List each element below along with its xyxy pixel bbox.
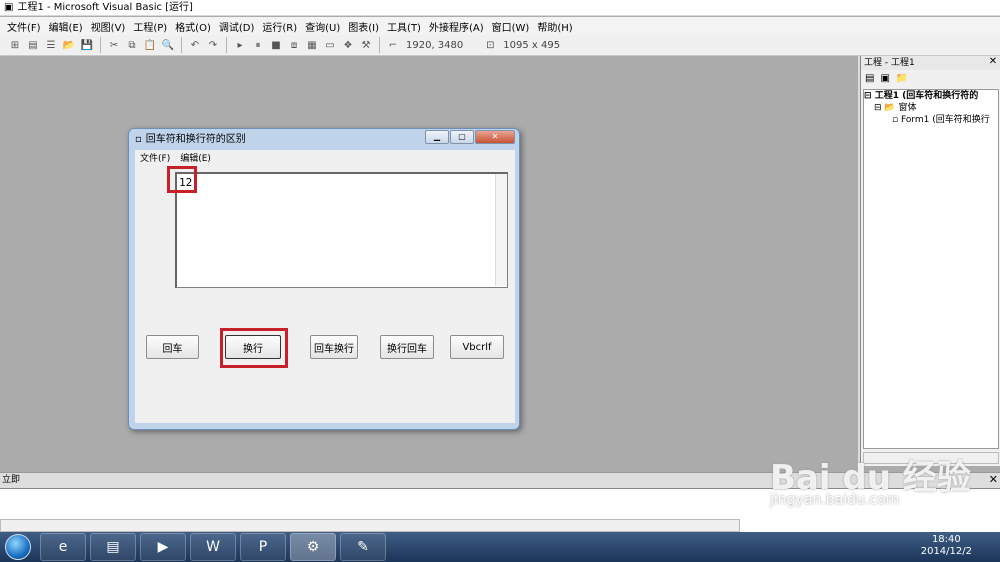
taskbar-explorer-icon[interactable]: ▤ xyxy=(90,533,136,561)
menu-help[interactable]: 帮助(H) xyxy=(533,19,576,34)
menu-addins[interactable]: 外接程序(A) xyxy=(425,19,488,34)
position-icon: ⌐ xyxy=(388,39,398,51)
add-project-icon[interactable]: ⊞ xyxy=(8,38,22,52)
running-form-window: ▫ 回车符和换行符的区别 ▁ ▢ ✕ 文件(F) 编辑(E) 12 回车 换行 … xyxy=(128,128,520,430)
form-client-area: 12 回车 换行 回车换行 换行回车 Vbcrlf xyxy=(135,164,515,423)
toolbar-separator xyxy=(226,37,227,53)
menu-query[interactable]: 查询(U) xyxy=(301,19,344,34)
tree-item-label: Form1 (回车符和换行 xyxy=(900,115,990,125)
view-object-icon[interactable]: ▣ xyxy=(880,73,889,84)
object-browser-icon[interactable]: ❖ xyxy=(341,38,355,52)
toolbar: ⊞ ▤ ☰ 📂 💾 ✂ ⧉ 📋 🔍 ↶ ↷ ▸ ⏸ ■ ⧈ ▦ ▭ ❖ ⚒ ⌐ … xyxy=(0,35,1000,56)
toolbox-icon[interactable]: ⚒ xyxy=(359,38,373,52)
find-icon[interactable]: 🔍 xyxy=(161,38,175,52)
menu-debug[interactable]: 调试(D) xyxy=(215,19,259,34)
menu-format[interactable]: 格式(O) xyxy=(171,19,215,34)
tree-item-project[interactable]: ⊟ 工程1 (回车符和换行符的 xyxy=(864,90,998,102)
project-explorer-toolbar: ▤ ▣ 📁 xyxy=(861,70,1000,86)
size-readout: 1095 x 495 xyxy=(503,39,561,51)
immediate-scrollbar[interactable] xyxy=(0,519,740,532)
menu-tools[interactable]: 工具(T) xyxy=(383,19,425,34)
toolbar-separator xyxy=(379,37,380,53)
taskbar-media-player-icon[interactable]: ▶ xyxy=(140,533,186,561)
form-icon: ▫ xyxy=(135,134,142,145)
clock-time: 18:40 xyxy=(931,534,961,545)
system-clock[interactable]: 18:40 2014/12/2 xyxy=(921,534,972,558)
form-title-bar: ▫ 回车符和换行符的区别 xyxy=(135,131,246,149)
form-menu-edit[interactable]: 编辑(E) xyxy=(175,151,216,164)
copy-icon[interactable]: ⧉ xyxy=(125,38,139,52)
form-menu-bar: 文件(F) 编辑(E) xyxy=(135,150,515,164)
project-explorer-title-text: 工程 - 工程1 xyxy=(864,58,915,68)
title-bar: ▣ 工程1 - Microsoft Visual Basic [运行] xyxy=(0,0,1000,16)
clock-date: 2014/12/2 xyxy=(920,546,972,557)
form-menu-file[interactable]: 文件(F) xyxy=(135,151,175,164)
menu-run[interactable]: 运行(R) xyxy=(258,19,301,34)
highlight-textbox-value xyxy=(167,166,197,193)
output-textbox[interactable]: 12 xyxy=(175,172,508,288)
minimize-button[interactable]: ▁ xyxy=(425,130,449,144)
add-form-icon[interactable]: ▤ xyxy=(26,38,40,52)
tree-item-label: 窗体 xyxy=(898,103,917,113)
crlf-button[interactable]: 回车换行 xyxy=(310,335,358,359)
size-icon: ⊡ xyxy=(486,39,495,51)
window-title: 工程1 - Microsoft Visual Basic [运行] xyxy=(17,2,193,13)
taskbar-word-icon[interactable]: W xyxy=(190,533,236,561)
close-button[interactable]: ✕ xyxy=(475,130,515,144)
watermark-url: jingyan.baidu.com xyxy=(770,492,900,508)
properties-icon[interactable]: ▦ xyxy=(305,38,319,52)
project-explorer-icon[interactable]: ⧈ xyxy=(287,38,301,52)
run-icon[interactable]: ▸ xyxy=(233,38,247,52)
position-readout: 1920, 3480 xyxy=(406,39,464,51)
textbox-scrollbar[interactable] xyxy=(495,174,507,286)
vb-app-icon: ▣ xyxy=(4,2,14,13)
menu-window[interactable]: 窗口(W) xyxy=(488,19,534,34)
tree-item-form1[interactable]: ▫ Form1 (回车符和换行 xyxy=(864,114,998,126)
taskbar: e ▤ ▶ W P ⚙ ✎ 18:40 2014/12/2 xyxy=(0,532,1000,562)
paste-icon[interactable]: 📋 xyxy=(143,38,157,52)
tree-item-label: 工程1 (回车符和换行符的 xyxy=(874,91,979,101)
lfcr-button[interactable]: 换行回车 xyxy=(380,335,434,359)
open-icon[interactable]: 📂 xyxy=(62,38,76,52)
close-icon[interactable]: ✕ xyxy=(988,57,998,68)
redo-icon[interactable]: ↷ xyxy=(206,38,220,52)
menu-edit[interactable]: 编辑(E) xyxy=(45,19,87,34)
immediate-title-text: 立即 xyxy=(2,475,21,485)
view-code-icon[interactable]: ▤ xyxy=(865,73,874,84)
vbcrlf-button[interactable]: Vbcrlf xyxy=(450,335,504,359)
project-explorer-title: 工程 - 工程1 ✕ xyxy=(861,56,1000,70)
taskbar-ie-icon[interactable]: e xyxy=(40,533,86,561)
undo-icon[interactable]: ↶ xyxy=(188,38,202,52)
cut-icon[interactable]: ✂ xyxy=(107,38,121,52)
menu-file[interactable]: 文件(F) xyxy=(3,19,45,34)
close-icon[interactable]: ✕ xyxy=(989,474,998,486)
start-button[interactable] xyxy=(0,532,36,562)
form-window-controls: ▁ ▢ ✕ xyxy=(425,130,515,144)
windows-orb-icon xyxy=(5,534,31,560)
taskbar-vb-icon[interactable]: ⚙ xyxy=(290,533,336,561)
maximize-button[interactable]: ▢ xyxy=(450,130,474,144)
menu-bar: 文件(F) 编辑(E) 视图(V) 工程(P) 格式(O) 调试(D) 运行(R… xyxy=(0,17,1000,35)
taskbar-powerpoint-icon[interactable]: P xyxy=(240,533,286,561)
toggle-folders-icon[interactable]: 📁 xyxy=(896,73,908,84)
pause-icon[interactable]: ⏸ xyxy=(251,38,265,52)
form-title: 回车符和换行符的区别 xyxy=(145,134,246,145)
tree-item-forms-folder[interactable]: ⊟ 📂 窗体 xyxy=(864,102,998,114)
toolbar-separator xyxy=(100,37,101,53)
menu-project[interactable]: 工程(P) xyxy=(129,19,171,34)
menu-view[interactable]: 视图(V) xyxy=(87,19,130,34)
carriage-return-button[interactable]: 回车 xyxy=(146,335,199,359)
menu-editor-icon[interactable]: ☰ xyxy=(44,38,58,52)
project-tree: ⊟ 工程1 (回车符和换行符的 ⊟ 📂 窗体 ▫ Form1 (回车符和换行 xyxy=(863,89,999,449)
save-icon[interactable]: 💾 xyxy=(80,38,94,52)
form-layout-icon[interactable]: ▭ xyxy=(323,38,337,52)
project-explorer: 工程 - 工程1 ✕ ▤ ▣ 📁 ⊟ 工程1 (回车符和换行符的 ⊟ 📂 窗体 … xyxy=(860,56,1000,466)
toolbar-separator xyxy=(181,37,182,53)
menu-diagram[interactable]: 图表(I) xyxy=(344,19,383,34)
highlight-line-feed-button xyxy=(220,328,288,368)
taskbar-paint-icon[interactable]: ✎ xyxy=(340,533,386,561)
stop-icon[interactable]: ■ xyxy=(269,38,283,52)
